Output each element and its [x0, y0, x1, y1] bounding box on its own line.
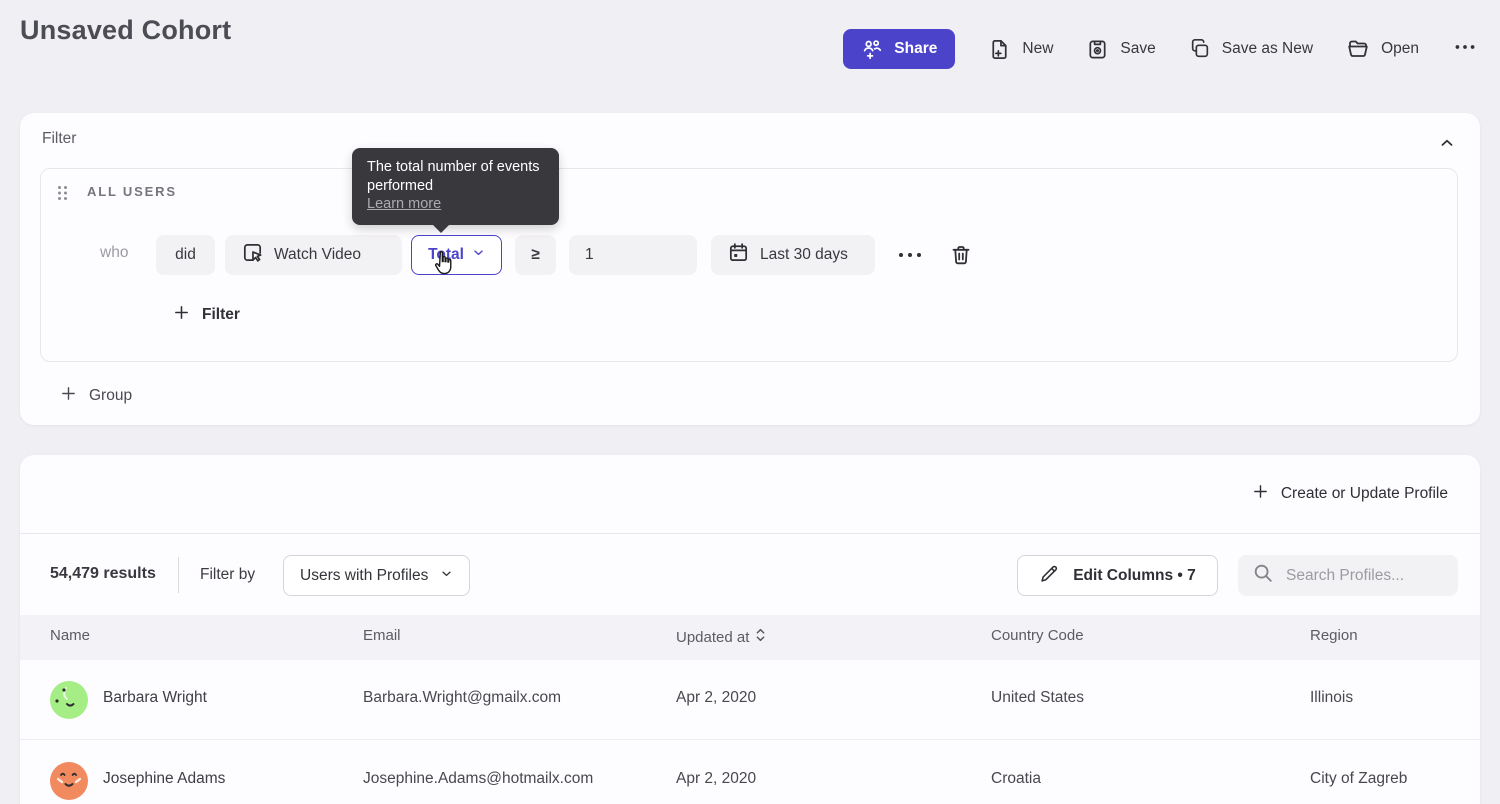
top-toolbar: Share New Save	[843, 29, 1478, 69]
filter-group-card: ALL USERS who did Watch Video	[40, 168, 1458, 362]
cell-region: Illinois	[1310, 689, 1353, 707]
clause-delete-trash-icon[interactable]	[949, 243, 973, 272]
group-label: ALL USERS	[87, 184, 177, 199]
cell-country: United States	[991, 689, 1084, 707]
profiles-dropdown-label: Users with Profiles	[300, 567, 428, 585]
column-header-updated-at[interactable]: Updated at	[676, 627, 766, 647]
open-button-label: Open	[1381, 40, 1419, 58]
divider	[20, 533, 1480, 534]
date-range-selector[interactable]: Last 30 days	[711, 235, 875, 275]
did-selector[interactable]: did	[156, 235, 215, 275]
divider	[178, 557, 179, 593]
overflow-menu-icon[interactable]	[1452, 34, 1478, 65]
who-label: who	[100, 244, 128, 262]
cell-region: City of Zagreb	[1310, 770, 1407, 788]
sort-icon[interactable]	[755, 627, 766, 647]
table-header-row: Name Email Updated at Country Code Regio…	[20, 615, 1480, 660]
chevron-down-icon	[440, 567, 453, 585]
cell-name: Barbara Wright	[103, 689, 207, 707]
save-button[interactable]: Save	[1086, 38, 1155, 61]
event-label: Watch Video	[274, 246, 361, 264]
column-header-country-code[interactable]: Country Code	[991, 627, 1084, 644]
copy-icon	[1189, 38, 1211, 60]
plus-icon	[60, 385, 77, 407]
new-button-label: New	[1022, 40, 1053, 58]
save-button-label: Save	[1120, 40, 1155, 58]
create-or-update-profile-button[interactable]: Create or Update Profile	[1252, 474, 1448, 514]
aggregate-selector[interactable]: Total	[411, 235, 502, 275]
share-users-icon	[861, 38, 884, 61]
folder-open-icon	[1346, 37, 1370, 61]
learn-more-link[interactable]: Learn more	[367, 196, 441, 212]
avatar	[50, 681, 88, 719]
search-profiles-input[interactable]	[1286, 567, 1436, 585]
search-profiles-box[interactable]	[1238, 555, 1458, 596]
save-as-new-button[interactable]: Save as New	[1189, 38, 1313, 60]
cell-email: Josephine.Adams@hotmailx.com	[363, 770, 593, 788]
click-event-icon	[241, 241, 264, 269]
open-button[interactable]: Open	[1346, 37, 1419, 61]
cohort-builder-app: Unsaved Cohort Share New	[0, 0, 1500, 804]
new-button[interactable]: New	[988, 38, 1053, 61]
results-panel: Create or Update Profile 54,479 results …	[20, 455, 1480, 804]
calendar-icon	[727, 241, 750, 269]
create-or-update-profile-label: Create or Update Profile	[1281, 485, 1448, 503]
chevron-down-icon	[472, 246, 485, 264]
pencil-icon	[1039, 563, 1060, 589]
search-icon	[1252, 562, 1274, 589]
did-label: did	[175, 246, 196, 264]
plus-icon	[173, 304, 190, 326]
column-header-email[interactable]: Email	[363, 627, 401, 644]
cell-updated: Apr 2, 2020	[676, 770, 756, 788]
operator-selector[interactable]: ≥	[515, 235, 556, 275]
table-row[interactable]: Barbara Wright Barbara.Wright@gmailx.com…	[20, 660, 1480, 740]
column-header-name[interactable]: Name	[50, 627, 90, 644]
results-toolbar: 54,479 results Filter by Users with Prof…	[20, 545, 1480, 607]
cell-updated: Apr 2, 2020	[676, 689, 756, 707]
filter-clause-row: who did Watch Video Total	[41, 235, 1457, 275]
clause-more-options-icon[interactable]	[896, 247, 924, 268]
add-filter-label: Filter	[202, 306, 240, 324]
date-range-label: Last 30 days	[760, 246, 848, 264]
value-text: 1	[585, 246, 594, 264]
new-document-icon	[988, 38, 1011, 61]
event-selector[interactable]: Watch Video	[225, 235, 402, 275]
page-title: Unsaved Cohort	[20, 15, 231, 46]
column-header-region[interactable]: Region	[1310, 627, 1358, 644]
save-as-new-button-label: Save as New	[1222, 40, 1313, 58]
value-input[interactable]: 1	[569, 235, 697, 275]
cell-email: Barbara.Wright@gmailx.com	[363, 689, 561, 707]
operator-label: ≥	[531, 246, 540, 264]
edit-columns-button[interactable]: Edit Columns • 7	[1017, 555, 1218, 596]
save-icon	[1086, 38, 1109, 61]
tooltip-text: The total number of events performed	[367, 159, 540, 194]
plus-icon	[1252, 483, 1269, 505]
collapse-chevron-up-icon[interactable]	[1438, 134, 1456, 157]
edit-columns-label: Edit Columns • 7	[1073, 567, 1196, 585]
add-group-label: Group	[89, 387, 132, 405]
add-filter-button[interactable]: Filter	[173, 304, 240, 326]
filter-panel: Filter ALL USERS who did	[20, 113, 1480, 425]
filter-panel-title: Filter	[42, 130, 76, 148]
avatar	[50, 762, 88, 800]
add-group-button[interactable]: Group	[60, 385, 132, 407]
total-tooltip: The total number of events performed Lea…	[352, 148, 559, 225]
filter-by-label: Filter by	[200, 566, 255, 584]
share-button-label: Share	[894, 40, 937, 58]
cell-country: Croatia	[991, 770, 1041, 788]
tooltip-arrow	[432, 224, 450, 233]
share-button[interactable]: Share	[843, 29, 955, 69]
table-row[interactable]: Josephine Adams Josephine.Adams@hotmailx…	[20, 741, 1480, 804]
profiles-type-dropdown[interactable]: Users with Profiles	[283, 555, 470, 596]
cell-name: Josephine Adams	[103, 770, 225, 788]
drag-handle-icon[interactable]	[57, 185, 68, 206]
results-count: 54,479 results	[50, 565, 156, 583]
aggregate-label: Total	[428, 246, 464, 264]
